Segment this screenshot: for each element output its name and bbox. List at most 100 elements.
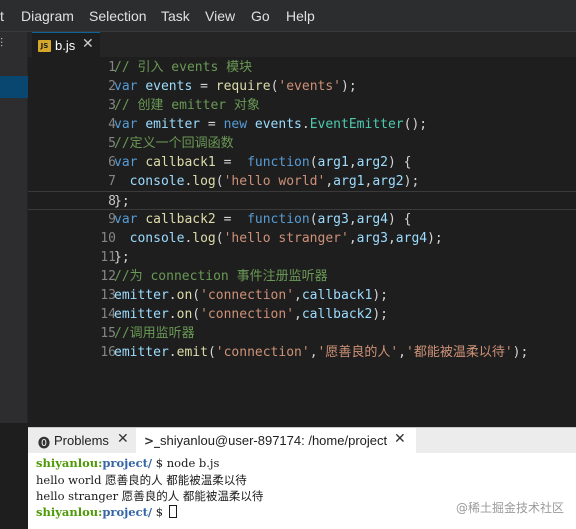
code-token: ,	[309, 345, 318, 360]
menu-item-diagram[interactable]: Diagram	[21, 8, 74, 24]
line-number: 8	[108, 194, 116, 209]
code-line[interactable]: 11};	[28, 248, 576, 267]
close-icon[interactable]: ✕	[394, 431, 406, 447]
code-token: ,	[348, 231, 357, 246]
code-text: // 引入 events 模块	[114, 58, 252, 77]
code-line[interactable]: 1// 引入 events 模块	[28, 58, 576, 77]
code-line[interactable]: 2 var events = require('events');	[28, 77, 576, 96]
code-token: arg1	[317, 155, 349, 170]
tab-problems[interactable]: ⓿ Problems ✕	[32, 428, 132, 454]
menu-item-go[interactable]: Go	[251, 8, 270, 24]
code-text: //调用监听器	[114, 324, 195, 343]
code-editor[interactable]: 1// 引入 events 模块 2 var events = require('e…	[28, 57, 576, 423]
tab-terminal[interactable]: >_ shiyanlou@user-897174: /home/project …	[136, 428, 416, 454]
terminal-line: shiyanlou:project/ $ node b.js	[36, 455, 219, 472]
code-line[interactable]: 16 emitter.emit('connection','愿善良的人','都能被…	[28, 343, 576, 362]
code-token: events	[145, 79, 193, 94]
code-token: =	[215, 212, 248, 227]
code-token: log	[192, 231, 216, 246]
menu-item-task[interactable]: Task	[161, 8, 190, 24]
code-token: on	[176, 307, 193, 322]
code-token: on	[176, 288, 193, 303]
code-token: 'connection'	[215, 345, 310, 360]
code-line[interactable]: 15//调用监听器	[28, 324, 576, 343]
line-number: 11	[100, 250, 116, 265]
code-line[interactable]: 9 var callback2 = function(arg3,arg4) {	[28, 210, 576, 229]
code-token: emitter	[114, 288, 169, 303]
code-token: var	[114, 155, 138, 170]
code-token: .	[301, 117, 310, 132]
code-token: ,	[387, 231, 396, 246]
prompt-path: project/	[102, 456, 153, 470]
code-token: ();	[403, 117, 428, 132]
code-line[interactable]: 6 var callback1 = function(arg1,arg2) {	[28, 153, 576, 172]
line-number: 3	[108, 98, 116, 113]
tab-b-js[interactable]: JS b.js ✕	[32, 32, 100, 57]
line-number: 4	[108, 117, 116, 132]
code-token: function	[247, 212, 310, 227]
code-token: var	[114, 117, 138, 132]
code-line[interactable]: 12//为 connection 事件注册监听器	[28, 267, 576, 286]
prompt-user: shiyanlou:	[36, 505, 103, 519]
line-number: 5	[108, 136, 116, 151]
code-text: //定义一个回调函数	[114, 134, 234, 153]
code-token: console	[129, 231, 185, 246]
explorer-sidebar: ⫶	[0, 32, 28, 423]
terminal-icon: >_	[144, 434, 161, 448]
code-line[interactable]: 10 console.log('hello stranger',arg3,arg…	[28, 229, 576, 248]
code-text: emitter.emit('connection','愿善良的人','都能被温柔…	[114, 343, 528, 362]
code-token: arg4	[395, 231, 428, 246]
code-line[interactable]: 3// 创建 emitter 对象	[28, 96, 576, 115]
menu-item-help[interactable]: Help	[286, 8, 315, 24]
line-number: 2	[108, 79, 116, 94]
explorer-selected-item[interactable]	[0, 76, 28, 98]
code-token: =	[192, 79, 216, 94]
code-token: arg2	[356, 155, 388, 170]
code-token: events	[254, 117, 302, 132]
code-token: log	[192, 174, 216, 189]
code-token: emitter	[114, 345, 169, 360]
code-token: );	[372, 288, 388, 303]
code-line[interactable]: 8};	[28, 191, 576, 210]
code-token: //为 connection 事件注册监听器	[114, 269, 328, 284]
code-token: function	[247, 155, 310, 170]
code-token: };	[114, 250, 130, 265]
editor-tab-bar: JS b.js ✕	[28, 32, 576, 57]
code-token: (	[192, 288, 201, 303]
code-token: ,	[325, 174, 334, 189]
line-number: 14	[100, 307, 116, 322]
terminal-output[interactable]: shiyanlou:project/ $ node b.js hello wor…	[28, 453, 576, 529]
more-actions-icon[interactable]: ⫶	[0, 36, 14, 50]
close-icon[interactable]: ✕	[117, 431, 129, 447]
prompt-symbol: $	[152, 505, 167, 519]
code-token: '愿善良的人'	[317, 345, 399, 360]
code-token: );	[341, 79, 357, 94]
line-number: 16	[100, 345, 116, 360]
menu-item-view[interactable]: View	[205, 8, 235, 24]
code-token: 'hello world'	[223, 174, 326, 189]
code-token: (	[309, 155, 318, 170]
menu-item-truncated[interactable]: t	[0, 8, 4, 24]
line-number: 10	[100, 231, 116, 246]
close-icon[interactable]: ✕	[82, 36, 94, 52]
code-token: 'connection'	[200, 307, 295, 322]
menu-item-selection[interactable]: Selection	[89, 8, 147, 24]
code-token: arg2	[372, 174, 404, 189]
line-number: 1	[108, 60, 116, 75]
code-token: );	[403, 174, 420, 189]
code-token: .	[168, 288, 177, 303]
code-text: };	[114, 248, 130, 267]
code-token: };	[114, 194, 130, 209]
terminal-line: shiyanlou:project/ $	[36, 504, 177, 521]
code-line[interactable]: 7 console.log('hello world',arg1,arg2);	[28, 172, 576, 191]
code-line[interactable]: 13 emitter.on('connection',callback1);	[28, 286, 576, 305]
terminal-command: node b.js	[166, 456, 220, 470]
code-line[interactable]: 4 var emitter = new events.EventEmitter()…	[28, 115, 576, 134]
code-token: ) {	[387, 212, 412, 227]
line-number: 12	[100, 269, 116, 284]
code-text: //为 connection 事件注册监听器	[114, 267, 328, 286]
code-line[interactable]: 14 emitter.on('connection',callback2);	[28, 305, 576, 324]
code-line[interactable]: 5//定义一个回调函数	[28, 134, 576, 153]
